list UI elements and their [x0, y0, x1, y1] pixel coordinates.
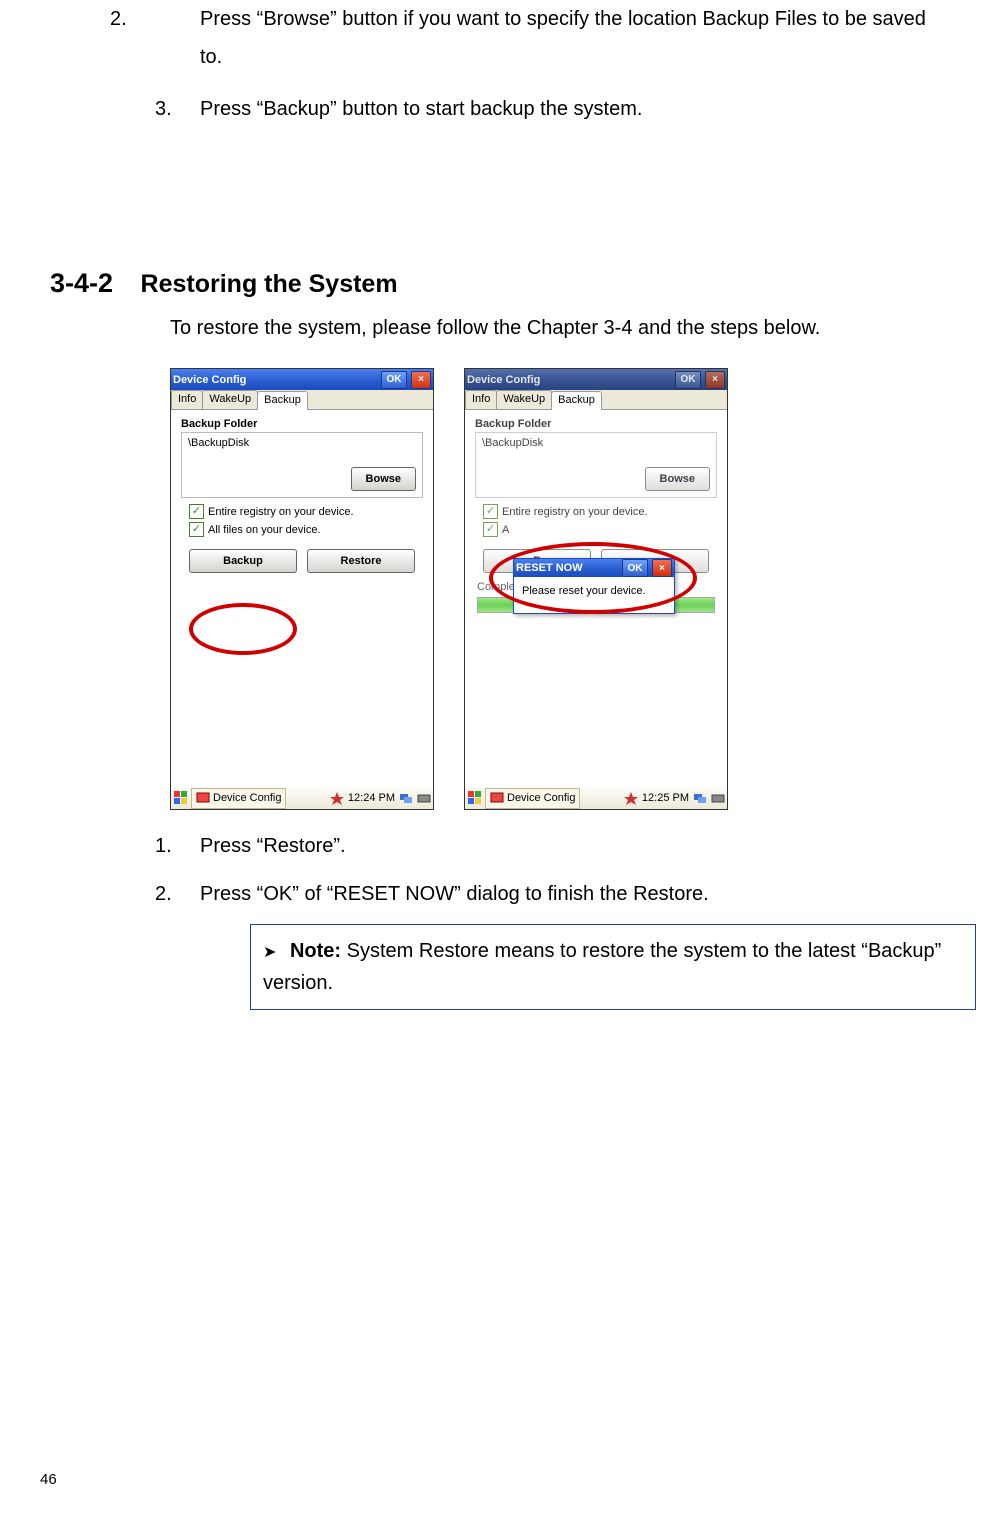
app-icon	[490, 791, 504, 805]
backup-folder-path: \BackupDisk	[188, 437, 416, 449]
checkbox-label: Entire registry on your device.	[208, 506, 354, 518]
taskbar-clock: 12:25 PM	[642, 792, 689, 804]
browse-button[interactable]: Bowse	[351, 467, 416, 491]
checkbox-label: Entire registry on your device.	[502, 506, 648, 518]
window-titlebar: Device Config OK ×	[465, 369, 727, 390]
note-arrow-icon: ➤	[263, 944, 276, 961]
start-menu-icon[interactable]	[173, 790, 189, 806]
checkbox-icon: ✓	[483, 522, 498, 537]
tab-backup[interactable]: Backup	[551, 391, 602, 410]
tab-strip: Info WakeUp Backup	[465, 390, 727, 410]
tray-network-icon[interactable]	[399, 791, 413, 805]
tab-info[interactable]: Info	[465, 390, 497, 409]
checkbox-all-files[interactable]: ✓ All files on your device.	[189, 522, 427, 537]
checkbox-label: A	[502, 524, 509, 536]
red-highlight-ellipse	[189, 603, 297, 655]
list-text-1: Press “Restore”.	[200, 835, 346, 857]
taskbar-clock: 12:24 PM	[348, 792, 395, 804]
list-text-2: Press “OK” of “RESET NOW” dialog to fini…	[200, 883, 709, 905]
list-num-3: 3.	[155, 90, 200, 128]
tab-panel: Backup Folder \BackupDisk Bowse ✓ Entire…	[465, 410, 727, 786]
tray-keyboard-icon[interactable]	[417, 791, 431, 805]
backup-folder-group: \BackupDisk Bowse	[181, 432, 423, 498]
screenshots-row: Device Config OK × Info WakeUp Backup Ba…	[170, 368, 947, 810]
screenshot-left: Device Config OK × Info WakeUp Backup Ba…	[170, 368, 434, 810]
checkbox-icon: ✓	[483, 504, 498, 519]
tray-icon[interactable]	[330, 791, 344, 805]
taskbar-app-button[interactable]: Device Config	[191, 788, 286, 809]
tray-icon[interactable]	[624, 791, 638, 805]
checkbox-icon: ✓	[189, 504, 204, 519]
heading-title: Restoring the System	[141, 270, 398, 298]
checkbox-icon: ✓	[189, 522, 204, 537]
checkbox-entire-registry[interactable]: ✓ Entire registry on your device.	[483, 504, 721, 519]
red-highlight-ellipse	[489, 542, 697, 614]
backup-folder-group: \BackupDisk Bowse	[475, 432, 717, 498]
list-text-2: Press “Browse” button if you want to spe…	[200, 8, 926, 68]
page-number: 46	[40, 1471, 57, 1488]
restore-button[interactable]: Restore	[307, 549, 415, 573]
backup-folder-label: Backup Folder	[181, 418, 427, 430]
list-num-2: 2.	[155, 0, 200, 38]
titlebar-ok-button[interactable]: OK	[675, 371, 701, 389]
checkbox-entire-registry[interactable]: ✓ Entire registry on your device.	[189, 504, 427, 519]
checkbox-all-files[interactable]: ✓ A	[483, 522, 721, 537]
titlebar-close-button[interactable]: ×	[411, 371, 431, 389]
heading-number: 3-4-2	[50, 268, 113, 298]
list-text-3: Press “Backup” button to start backup th…	[200, 98, 642, 120]
window-title: Device Config	[173, 374, 377, 386]
app-icon	[196, 791, 210, 805]
tray-keyboard-icon[interactable]	[711, 791, 725, 805]
taskbar-app-label: Device Config	[213, 792, 281, 804]
checkbox-label: All files on your device.	[208, 524, 321, 536]
backup-folder-label: Backup Folder	[475, 418, 721, 430]
taskbar: Device Config 12:25 PM	[465, 786, 727, 809]
taskbar-app-label: Device Config	[507, 792, 575, 804]
list-num-2: 2.	[155, 870, 200, 918]
tab-info[interactable]: Info	[171, 390, 203, 409]
list-num-1: 1.	[155, 822, 200, 870]
window-titlebar: Device Config OK ×	[171, 369, 433, 390]
note-box: ➤ Note: System Restore means to restore …	[250, 924, 976, 1010]
tab-panel: Backup Folder \BackupDisk Bowse ✓ Entire…	[171, 410, 433, 786]
note-label: Note:	[290, 940, 341, 962]
titlebar-close-button[interactable]: ×	[705, 371, 725, 389]
intro-text: To restore the system, please follow the…	[170, 317, 947, 340]
tray-network-icon[interactable]	[693, 791, 707, 805]
backup-folder-path: \BackupDisk	[482, 437, 710, 449]
top-ordered-list: 2.Press “Browse” button if you want to s…	[155, 0, 947, 128]
tab-wakeup[interactable]: WakeUp	[202, 390, 258, 409]
window-title: Device Config	[467, 374, 671, 386]
tab-wakeup[interactable]: WakeUp	[496, 390, 552, 409]
titlebar-ok-button[interactable]: OK	[381, 371, 407, 389]
taskbar-app-button[interactable]: Device Config	[485, 788, 580, 809]
start-menu-icon[interactable]	[467, 790, 483, 806]
browse-button[interactable]: Bowse	[645, 467, 710, 491]
note-text: System Restore means to restore the syst…	[263, 940, 941, 994]
screenshot-right: Device Config OK × Info WakeUp Backup Ba…	[464, 368, 728, 810]
taskbar: Device Config 12:24 PM	[171, 786, 433, 809]
tab-backup[interactable]: Backup	[257, 391, 308, 410]
bottom-ordered-list: 1.Press “Restore”. 2.Press “OK” of “RESE…	[155, 822, 947, 918]
tab-strip: Info WakeUp Backup	[171, 390, 433, 410]
section-heading: 3-4-2 Restoring the System	[50, 268, 947, 299]
backup-button[interactable]: Backup	[189, 549, 297, 573]
